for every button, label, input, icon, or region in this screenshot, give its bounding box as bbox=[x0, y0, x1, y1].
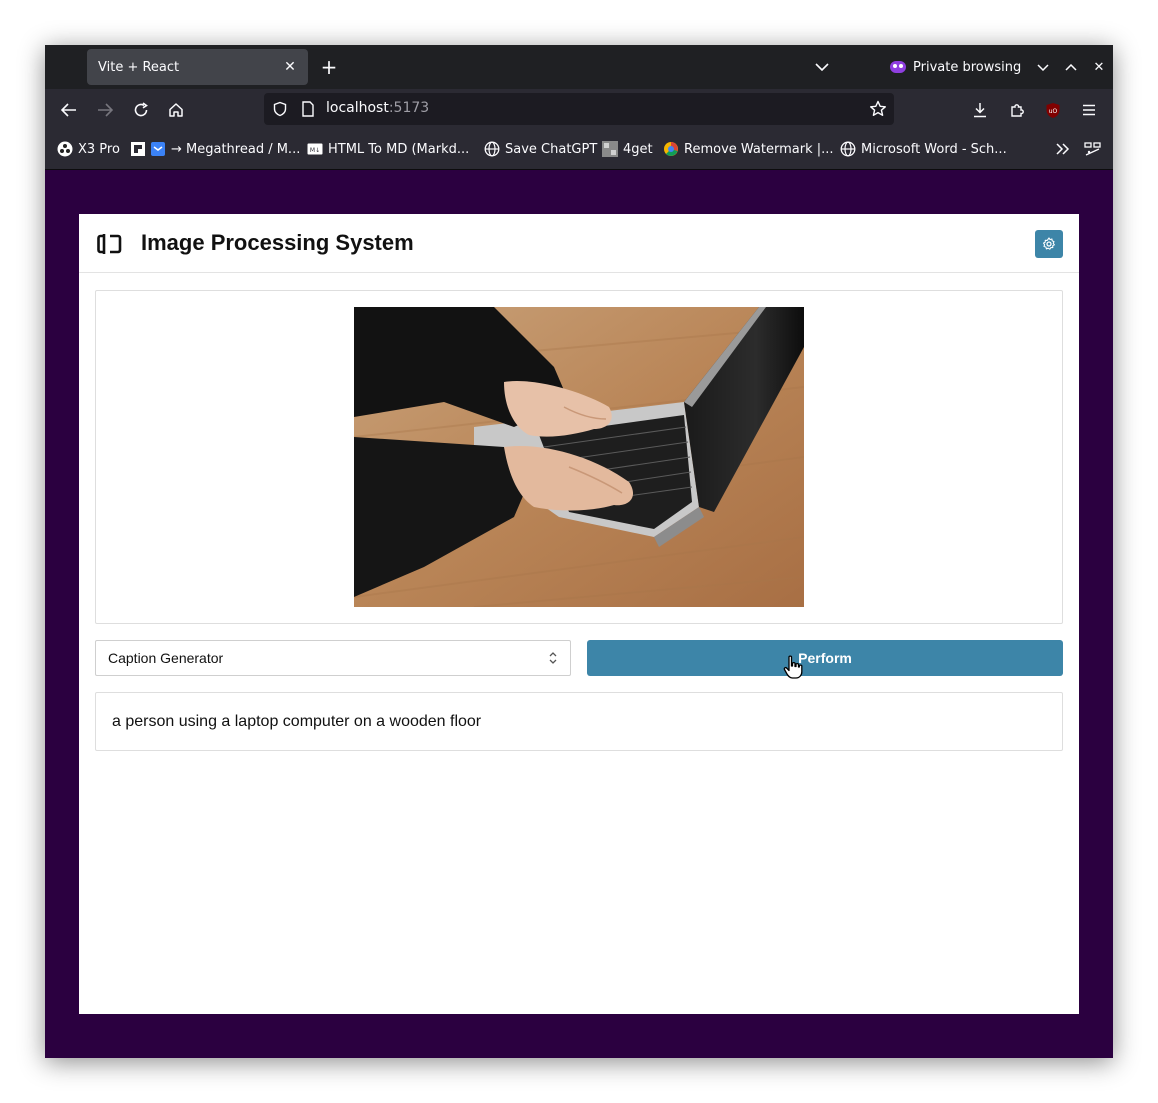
url-port: :5173 bbox=[388, 100, 430, 116]
bookmark-label: HTML To MD (Markd... bbox=[328, 141, 470, 157]
caption-result-panel: a person using a laptop computer on a wo… bbox=[95, 692, 1063, 751]
forward-arrow-icon[interactable] bbox=[92, 97, 118, 123]
bookmark-label: Save ChatGPT bbox=[505, 141, 598, 157]
markdown-icon: M↓ bbox=[307, 141, 323, 157]
bookmark-4get[interactable]: 4get bbox=[602, 139, 653, 159]
bookmark-label: Remove Watermark |... bbox=[684, 141, 834, 157]
hand-pointer-cursor-icon bbox=[783, 655, 805, 679]
bookmark-label: → Megathread / M... bbox=[171, 141, 301, 157]
x3-pro-icon bbox=[57, 141, 73, 157]
bookmark-save-chatgpt[interactable]: Save ChatGPT bbox=[484, 139, 597, 159]
bookmark-x3-pro[interactable]: X3 Pro bbox=[57, 139, 120, 159]
close-window-icon[interactable]: ✕ bbox=[1089, 57, 1109, 77]
hamburger-menu-icon[interactable] bbox=[1076, 97, 1102, 123]
app-logo-icon bbox=[96, 232, 124, 256]
back-arrow-icon[interactable] bbox=[56, 97, 82, 123]
private-mask-icon bbox=[890, 61, 906, 73]
gear-icon bbox=[1042, 237, 1056, 251]
customize-toolbar-icon[interactable] bbox=[1084, 139, 1101, 159]
chevron-up-icon[interactable] bbox=[1061, 57, 1081, 77]
caption-result-text: a person using a laptop computer on a wo… bbox=[112, 712, 482, 730]
downloads-icon[interactable] bbox=[967, 97, 993, 123]
svg-text:M↓: M↓ bbox=[310, 147, 320, 154]
bookmark-label: Microsoft Word - Sch... bbox=[861, 141, 1007, 157]
watermark-icon bbox=[663, 141, 679, 157]
url-text: localhost:5173 bbox=[326, 100, 429, 116]
private-browsing-indicator: Private browsing bbox=[890, 57, 1021, 77]
select-updown-icon bbox=[548, 650, 558, 666]
url-host: localhost bbox=[326, 100, 389, 116]
perform-button-label: Perform bbox=[798, 650, 852, 666]
perform-button[interactable]: Perform bbox=[587, 640, 1063, 676]
operation-selected-value: Caption Generator bbox=[108, 650, 224, 666]
extensions-puzzle-icon[interactable] bbox=[1004, 97, 1030, 123]
new-tab-icon[interactable]: + bbox=[317, 55, 341, 79]
bookmark-microsoft-word[interactable]: Microsoft Word - Sch... bbox=[840, 139, 1007, 159]
uploaded-image bbox=[354, 307, 804, 607]
ublock-origin-icon[interactable]: uO bbox=[1040, 97, 1066, 123]
bluesky-icon bbox=[150, 141, 166, 157]
app-header: Image Processing System bbox=[79, 214, 1079, 273]
globe-icon bbox=[484, 141, 500, 157]
browser-window: Vite + React ✕ + Private browsing ✕ loca… bbox=[45, 45, 1113, 1058]
operation-select[interactable]: Caption Generator bbox=[95, 640, 571, 676]
private-browsing-label: Private browsing bbox=[913, 59, 1022, 75]
close-tab-icon[interactable]: ✕ bbox=[280, 57, 300, 77]
chevron-down-icon[interactable] bbox=[811, 57, 833, 77]
reload-icon[interactable] bbox=[128, 97, 154, 123]
chevron-down-icon[interactable] bbox=[1033, 57, 1053, 77]
url-bar[interactable]: localhost:5173 bbox=[264, 93, 894, 125]
more-bookmarks-chevron-icon[interactable] bbox=[1056, 139, 1070, 159]
home-icon[interactable] bbox=[163, 97, 189, 123]
page-info-icon[interactable] bbox=[301, 101, 315, 117]
bookmarks-toolbar: X3 Pro → Megathread / M... M↓ HTML To MD… bbox=[45, 129, 1113, 170]
bookmark-remove-watermark[interactable]: Remove Watermark |... bbox=[663, 139, 834, 159]
settings-button[interactable] bbox=[1035, 230, 1063, 258]
app-card: Image Processing System Caption Generato… bbox=[79, 214, 1079, 1014]
navigation-bar: localhost:5173 uO bbox=[45, 89, 1113, 129]
tab-vite-react[interactable]: Vite + React ✕ bbox=[87, 49, 308, 85]
bookmark-megathread[interactable]: → Megathread / M... bbox=[130, 139, 300, 159]
bookmark-label: 4get bbox=[623, 141, 653, 157]
bookmark-html-to-md[interactable]: M↓ HTML To MD (Markd... bbox=[307, 139, 469, 159]
bookmark-star-icon[interactable] bbox=[869, 100, 887, 118]
tab-title: Vite + React bbox=[98, 59, 180, 75]
bookmark-label: X3 Pro bbox=[78, 141, 120, 157]
megathread-icon bbox=[130, 141, 146, 157]
4get-icon bbox=[602, 141, 618, 157]
tracking-shield-icon[interactable] bbox=[272, 101, 288, 117]
page-title: Image Processing System bbox=[141, 230, 414, 255]
tab-strip: Vite + React ✕ + Private browsing ✕ bbox=[45, 45, 1113, 89]
image-preview-panel bbox=[95, 290, 1063, 624]
globe-icon bbox=[840, 141, 856, 157]
svg-text:uO: uO bbox=[1049, 108, 1058, 115]
page-viewport: Image Processing System Caption Generato… bbox=[45, 170, 1113, 1058]
